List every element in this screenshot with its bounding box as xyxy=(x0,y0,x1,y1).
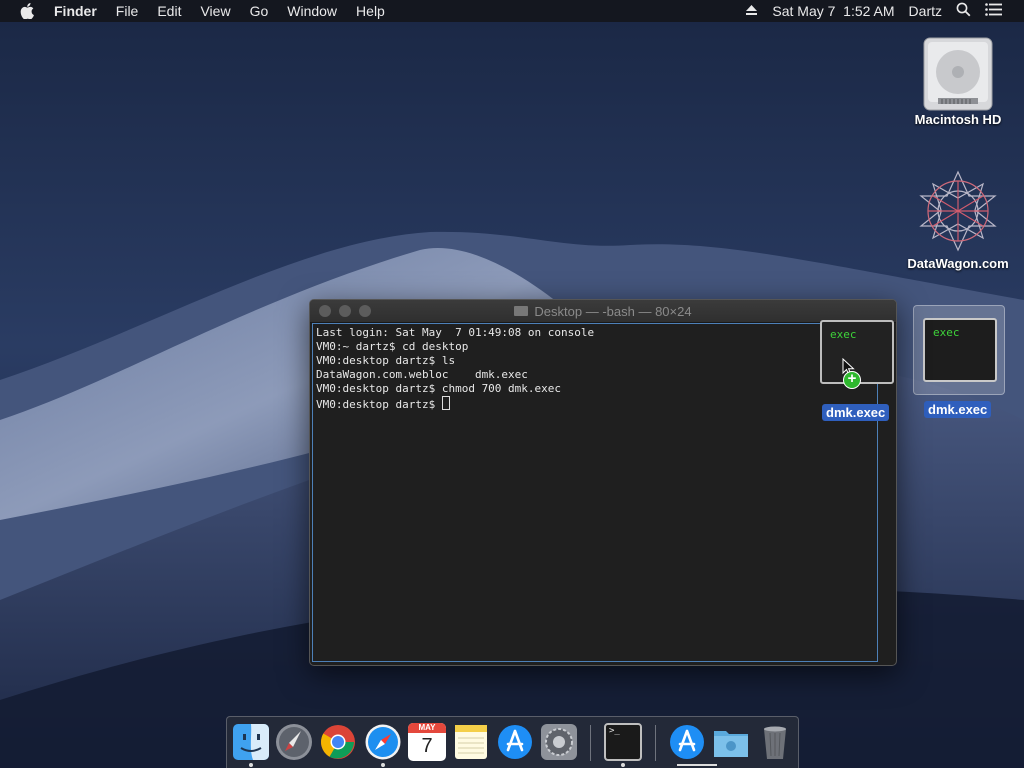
desktop-icon-datawagon[interactable]: DataWagon.com xyxy=(898,166,1018,271)
app-store-icon[interactable] xyxy=(668,723,706,761)
stack-indicator xyxy=(677,764,717,766)
notes-icon[interactable] xyxy=(452,723,490,761)
exec-thumb-text: exec xyxy=(933,326,960,339)
terminal-line: Last login: Sat May 7 01:49:08 on consol… xyxy=(316,326,595,339)
dragged-file-label: dmk.exec xyxy=(822,404,890,421)
user-menu[interactable]: Dartz xyxy=(909,0,942,22)
running-indicator xyxy=(249,763,253,767)
desktop-icon-label-dmk-exec[interactable]: dmk.exec xyxy=(924,401,992,418)
trash-icon[interactable] xyxy=(756,723,794,761)
desktop-icon-label: Macintosh HD xyxy=(914,112,1002,127)
dock-separator xyxy=(590,725,591,761)
copy-badge-icon: + xyxy=(843,371,861,389)
terminal-prompt-line: VM0:desktop dartz$ xyxy=(316,396,874,412)
menu-view[interactable]: View xyxy=(200,0,230,22)
menu-window[interactable]: Window xyxy=(287,0,337,22)
running-indicator xyxy=(381,763,385,767)
dragged-file-thumbnail[interactable]: exec + xyxy=(820,320,894,389)
minimize-button[interactable] xyxy=(339,305,351,317)
menu-edit[interactable]: Edit xyxy=(157,0,181,22)
spotlight-icon[interactable] xyxy=(956,2,971,20)
desktop-icon-macintosh-hd[interactable]: Macintosh HD xyxy=(908,32,1008,127)
finder-icon[interactable] xyxy=(232,723,270,761)
folder-icon xyxy=(514,306,529,316)
safari-icon[interactable] xyxy=(364,723,402,761)
terminal-line: VM0:~ dartz$ cd desktop xyxy=(316,340,469,353)
dock-separator xyxy=(655,725,656,761)
calendar-icon[interactable]: MAY 7 xyxy=(408,723,446,761)
chrome-icon[interactable] xyxy=(319,723,357,761)
apple-icon[interactable] xyxy=(19,2,35,20)
terminal-prompt: VM0:desktop dartz$ xyxy=(316,398,442,411)
exec-thumb-text: exec xyxy=(830,328,857,341)
terminal-line: DataWagon.com.webloc dmk.exec xyxy=(316,368,528,381)
terminal-icon[interactable]: >_ xyxy=(604,723,642,761)
terminal-window[interactable]: Desktop — -bash — 80×24 Last login: Sat … xyxy=(309,299,897,666)
app-store-icon[interactable] xyxy=(496,723,534,761)
terminal-content[interactable]: Last login: Sat May 7 01:49:08 on consol… xyxy=(312,323,878,662)
close-button[interactable] xyxy=(319,305,331,317)
menu-help[interactable]: Help xyxy=(356,0,385,22)
clock[interactable]: Sat May 7 1:52 AM xyxy=(772,0,894,22)
menu-bar: Finder File Edit View Go Window Help Sat… xyxy=(0,0,1024,22)
running-indicator xyxy=(621,763,625,767)
terminal-line: VM0:desktop dartz$ chmod 700 dmk.exec xyxy=(316,382,562,395)
system-preferences-icon[interactable] xyxy=(540,723,578,761)
menu-go[interactable]: Go xyxy=(250,0,269,22)
hard-drive-icon xyxy=(923,37,993,111)
downloads-folder-icon[interactable] xyxy=(712,723,750,761)
terminal-cursor xyxy=(441,396,450,410)
launchpad-icon[interactable] xyxy=(275,723,313,761)
menu-file[interactable]: File xyxy=(116,0,139,22)
menu-finder[interactable]: Finder xyxy=(54,0,97,22)
webloc-icon xyxy=(919,170,997,252)
notification-center-icon[interactable] xyxy=(985,3,1002,19)
desktop-icon-dmk-exec[interactable]: exec xyxy=(913,305,1005,395)
desktop-icon-label: DataWagon.com xyxy=(907,256,1009,271)
exec-file-icon: exec xyxy=(923,318,997,382)
terminal-titlebar[interactable]: Desktop — -bash — 80×24 xyxy=(310,300,896,323)
zoom-button[interactable] xyxy=(359,305,371,317)
terminal-title: Desktop — -bash — 80×24 xyxy=(534,303,692,319)
dock: MAY 7 >_ xyxy=(226,716,799,768)
terminal-line: VM0:desktop dartz$ ls xyxy=(316,354,456,367)
eject-icon[interactable] xyxy=(745,3,758,19)
